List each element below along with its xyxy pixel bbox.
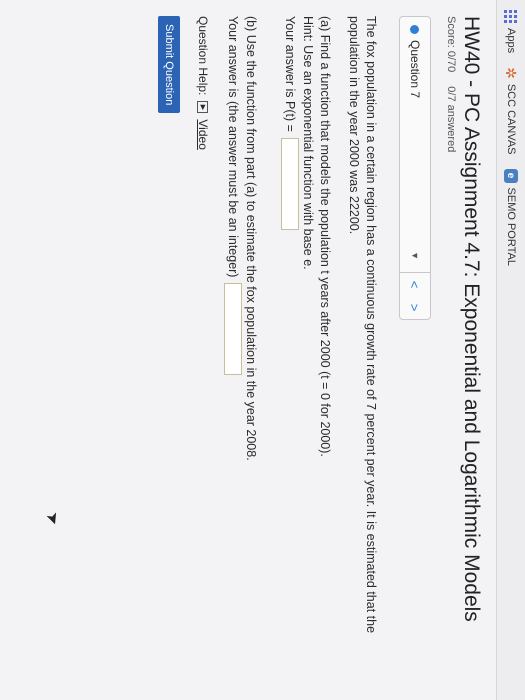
question-body: The fox population in a certain region h… bbox=[224, 16, 379, 684]
question-intro: The fox population in a certain region h… bbox=[347, 16, 378, 634]
status-dot-icon bbox=[410, 25, 420, 34]
part-a-text: (a) Find a function that models the popu… bbox=[318, 16, 332, 457]
bookmarks-bar: Apps ✲ SCC CANVAS e SEMO PORTAL bbox=[496, 0, 525, 700]
bookmark-apps[interactable]: Apps bbox=[504, 10, 518, 54]
answer-a-row: Your answer is P(t) = bbox=[281, 16, 299, 684]
score-text: Score: 0/70 bbox=[445, 16, 457, 73]
answer-b-row: Your answer is (the answer must be an in… bbox=[224, 16, 242, 684]
play-video-icon: ▶ bbox=[197, 101, 209, 114]
bookmark-label: Apps bbox=[505, 28, 517, 54]
question-select-label: Question 7 bbox=[408, 40, 422, 99]
question-help: Question Help: ▶ Video bbox=[196, 16, 210, 684]
help-label: Question Help: bbox=[196, 16, 210, 96]
prev-question-button[interactable]: < bbox=[408, 281, 423, 289]
answer-a-label: Your answer is P(t) = bbox=[283, 16, 298, 132]
mouse-cursor-icon: ➤ bbox=[42, 509, 63, 529]
answer-b-input[interactable] bbox=[224, 283, 242, 376]
main-content: HW40 - PC Assignment 4.7: Exponential an… bbox=[158, 0, 483, 700]
answer-b-label: Your answer is (the answer must be an in… bbox=[226, 16, 241, 278]
part-b-text: (b) Use the function from part (a) to es… bbox=[244, 16, 258, 461]
semo-e-icon: e bbox=[504, 168, 518, 183]
bookmark-label: SCC CANVAS bbox=[505, 83, 517, 155]
answer-a-input[interactable] bbox=[281, 137, 299, 230]
bookmark-label: SEMO PORTAL bbox=[505, 187, 517, 266]
question-navigator: Question 7 ▼ < > bbox=[399, 16, 431, 320]
submit-question-button[interactable]: Submit Question bbox=[158, 16, 180, 114]
apps-grid-icon bbox=[504, 10, 518, 23]
scc-star-icon: ✲ bbox=[503, 67, 519, 79]
question-select[interactable]: Question 7 ▼ bbox=[408, 17, 422, 272]
bookmark-scc-canvas[interactable]: ✲ SCC CANVAS bbox=[503, 67, 519, 155]
page: Apps ✲ SCC CANVAS e SEMO PORTAL HW40 - P… bbox=[0, 0, 525, 700]
video-link[interactable]: Video bbox=[196, 119, 210, 149]
bookmark-semo-portal[interactable]: e SEMO PORTAL bbox=[504, 168, 518, 266]
question-arrows: < > bbox=[400, 272, 430, 319]
page-title: HW40 - PC Assignment 4.7: Exponential an… bbox=[460, 16, 483, 622]
answered-text: 0/7 answered bbox=[445, 86, 457, 153]
hint-text: Hint: Use an exponential function with b… bbox=[301, 16, 315, 270]
assignment-meta: Score: 0/70 0/7 answered bbox=[445, 16, 457, 684]
next-question-button[interactable]: > bbox=[408, 304, 423, 312]
caret-down-icon: ▼ bbox=[410, 251, 420, 260]
